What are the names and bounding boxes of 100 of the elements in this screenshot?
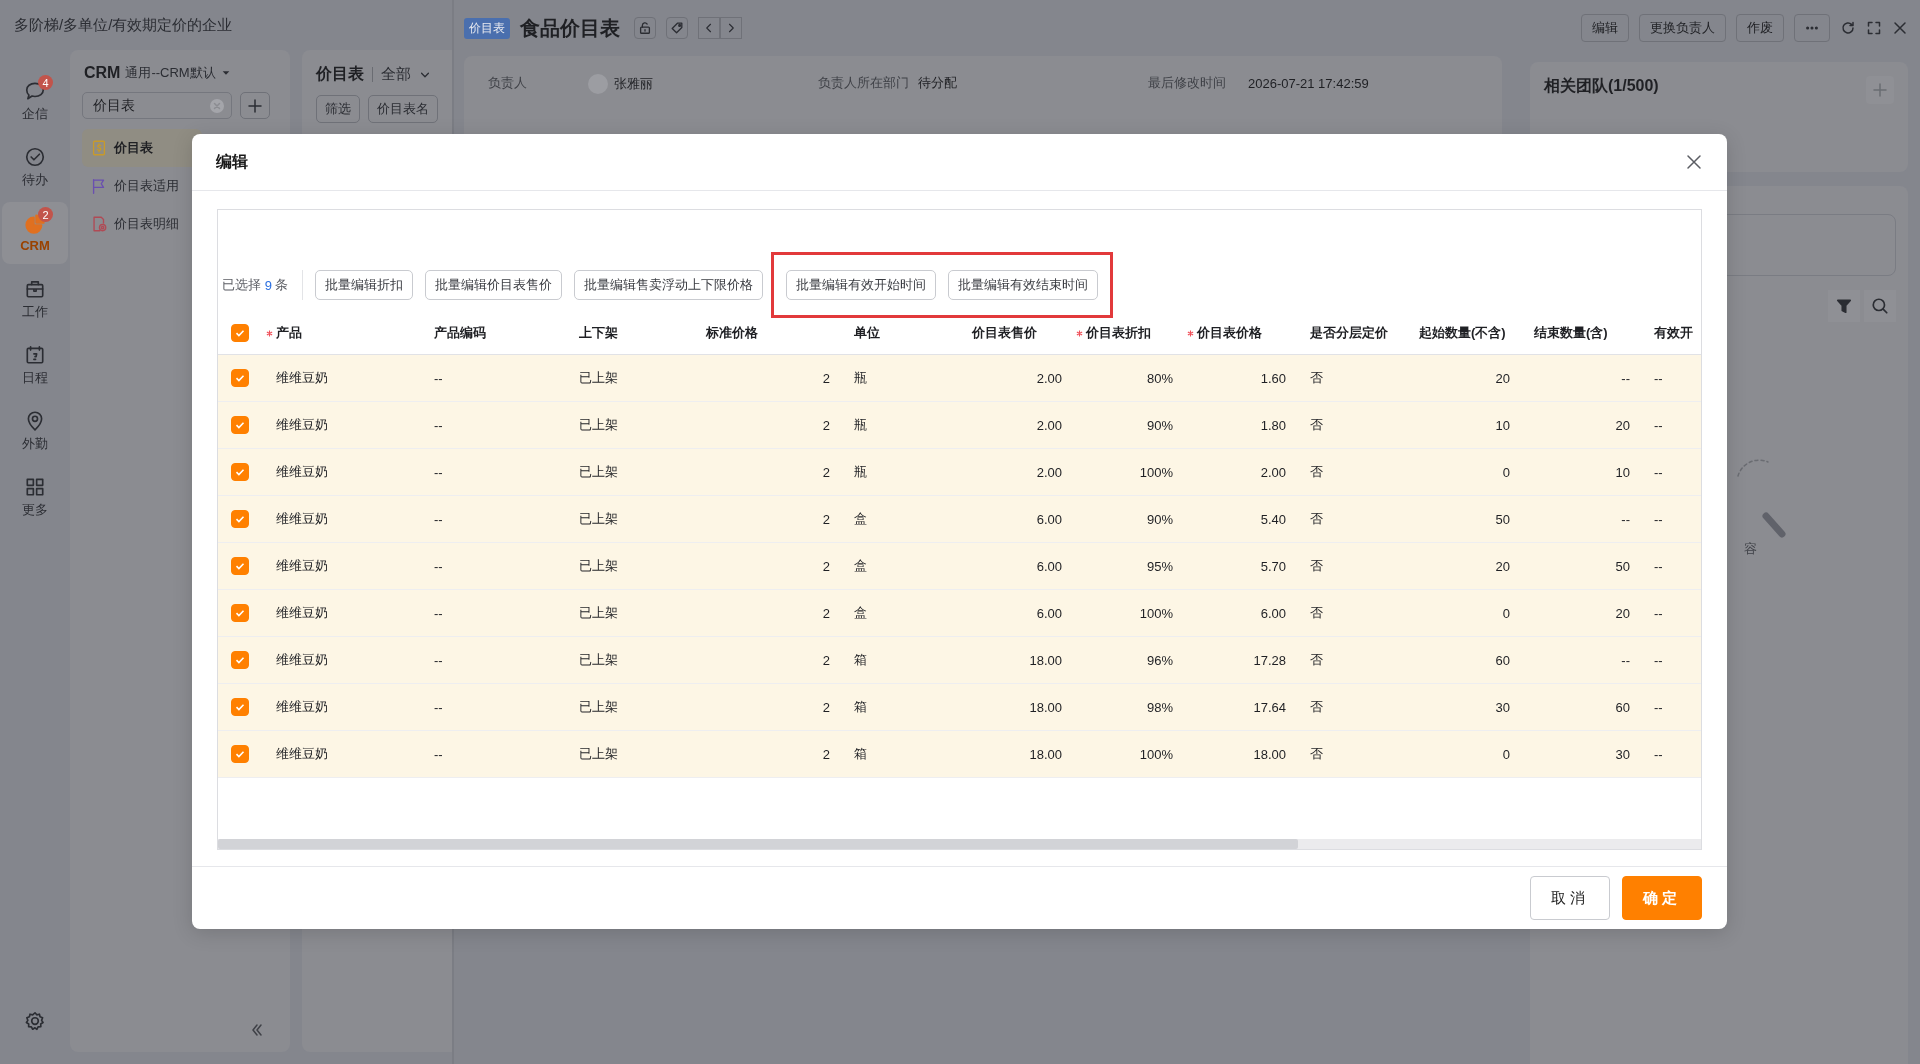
table-cell-text: 已上架: [578, 369, 619, 387]
next-button[interactable]: [720, 17, 742, 39]
table-cell-text: 维维豆奶: [275, 604, 329, 622]
close-button[interactable]: [1685, 153, 1703, 171]
table-cell-text: 已上架: [578, 698, 619, 716]
rail-item[interactable]: 待办: [2, 136, 68, 198]
batch-edit-button[interactable]: 批量编辑售卖浮动上下限价格: [574, 270, 764, 300]
table-cell-text: 96%: [1145, 652, 1174, 668]
dialog-title: 编辑: [216, 151, 248, 172]
search-field[interactable]: 价目表: [82, 92, 232, 119]
field-value: 张雅丽: [614, 75, 653, 93]
table-cell-text: --: [1620, 511, 1631, 527]
table-row[interactable]: 维维豆奶 -- 已上架 2 盒 6.00 95% 5.70 否 20 50 --: [218, 543, 1701, 590]
batch-edit-button[interactable]: 批量编辑折扣: [315, 270, 414, 300]
action-button[interactable]: 编辑: [1581, 14, 1629, 42]
table-cell-text: 否: [1309, 651, 1324, 669]
column-header: 产品编码: [433, 324, 487, 342]
table-row[interactable]: 维维豆奶 -- 已上架 2 箱 18.00 100% 18.00 否 0 30 --: [218, 731, 1701, 778]
nav-item[interactable]: 价目表明细: [82, 205, 184, 243]
table-cell-text: --: [1653, 699, 1664, 715]
table-cell-text: 已上架: [578, 604, 619, 622]
lock-icon: [638, 21, 652, 35]
fullscreen-button[interactable]: [1866, 20, 1882, 36]
table-row[interactable]: 维维豆奶 -- 已上架 2 瓶 2.00 100% 2.00 否 0 10 --: [218, 449, 1701, 496]
table-cell-text: 1.60: [1259, 370, 1287, 386]
rail-item[interactable]: 外勤: [2, 400, 68, 462]
rail-item[interactable]: 工作: [2, 268, 68, 330]
filter-button[interactable]: 筛选: [316, 95, 360, 123]
nav-item[interactable]: 价目表适用: [82, 167, 184, 205]
previous-button[interactable]: [698, 17, 720, 39]
checkbox[interactable]: [231, 463, 249, 481]
confirm-button[interactable]: 确定: [1622, 876, 1702, 920]
more-button[interactable]: [1794, 14, 1830, 42]
column-header: 结束数量(含): [1533, 324, 1609, 342]
table-row[interactable]: 维维豆奶 -- 已上架 2 盒 6.00 100% 6.00 否 0 20 --: [218, 590, 1701, 637]
table-cell-text: --: [433, 370, 444, 386]
checkbox[interactable]: [231, 369, 249, 387]
table-cell-text: 90%: [1145, 417, 1174, 433]
checkbox[interactable]: [231, 651, 249, 669]
table-row[interactable]: 维维豆奶 -- 已上架 2 盒 6.00 90% 5.40 否 50 -- --: [218, 496, 1701, 543]
filter-button[interactable]: 价目表名: [368, 95, 438, 123]
required-icon: [266, 329, 273, 337]
close-button[interactable]: [1892, 20, 1908, 36]
refresh-button[interactable]: [1840, 20, 1856, 36]
table-cell-text: 否: [1309, 557, 1324, 575]
close-icon: [1892, 20, 1908, 36]
checkbox[interactable]: [231, 557, 249, 575]
table-row[interactable]: 维维豆奶 -- 已上架 2 箱 18.00 96% 17.28 否 60 -- --: [218, 637, 1701, 684]
table-cell-text: 盒: [853, 604, 868, 622]
checkbox[interactable]: [231, 324, 249, 342]
action-button[interactable]: 作废: [1736, 14, 1784, 42]
add-button[interactable]: [240, 92, 270, 119]
table-cell-text: 17.64: [1252, 699, 1287, 715]
table-cell-text: 维维豆奶: [275, 698, 329, 716]
table-cell-text: 箱: [853, 745, 868, 763]
column-header: 价目表价格: [1183, 324, 1296, 342]
rail-item[interactable]: 更多: [2, 466, 68, 528]
cancel-button[interactable]: 取消: [1530, 876, 1610, 920]
table-cell-text: --: [1653, 417, 1664, 433]
count-badge: 2: [38, 207, 53, 222]
table-cell-text: 2.00: [1259, 464, 1287, 480]
table-cell-text: 2: [821, 558, 831, 574]
horizontal-scrollbar[interactable]: [218, 839, 1701, 849]
table-cell-text: 100%: [1138, 605, 1174, 621]
checkbox[interactable]: [231, 745, 249, 763]
rail-item[interactable]: 企信 4: [2, 70, 68, 132]
module-subtitle[interactable]: 通用--CRM默认: [125, 64, 216, 82]
table-row[interactable]: 维维豆奶 -- 已上架 2 瓶 2.00 90% 1.80 否 10 20 --: [218, 402, 1701, 449]
check-circle-icon: [24, 145, 46, 168]
table-row[interactable]: 维维豆奶 -- 已上架 2 箱 18.00 98% 17.64 否 30 60 --: [218, 684, 1701, 731]
table-row[interactable]: 维维豆奶 -- 已上架 2 瓶 2.00 80% 1.60 否 20 -- --: [218, 355, 1701, 402]
checkbox[interactable]: [231, 604, 249, 622]
table-cell-text: 10: [1494, 417, 1511, 433]
table-cell-text: 维维豆奶: [275, 651, 329, 669]
scope-selector[interactable]: 全部: [381, 65, 411, 84]
nav-item[interactable]: 价目表: [82, 129, 202, 167]
selection-count: 已选择 9 条: [222, 270, 304, 300]
rail-item[interactable]: CRM 2: [2, 202, 68, 264]
record-title: 食品价目表: [520, 15, 620, 41]
column-header: 价目表折扣: [1072, 324, 1183, 342]
search-button[interactable]: [1864, 290, 1896, 322]
tag-button[interactable]: [666, 17, 688, 39]
table-cell-text: 已上架: [578, 416, 619, 434]
table-cell-text: --: [433, 417, 444, 433]
lock-button[interactable]: [634, 17, 656, 39]
table-cell-text: 0: [1501, 746, 1511, 762]
filter-button[interactable]: [1828, 290, 1860, 322]
batch-edit-button[interactable]: 批量编辑价目表售价: [425, 270, 563, 300]
checkbox[interactable]: [231, 698, 249, 716]
table-cell-text: 否: [1309, 510, 1324, 528]
checkbox[interactable]: [231, 416, 249, 434]
batch-edit-button[interactable]: 批量编辑有效开始时间: [786, 270, 937, 300]
checkbox[interactable]: [231, 510, 249, 528]
table-cell-text: --: [1653, 605, 1664, 621]
batch-edit-button[interactable]: 批量编辑有效结束时间: [948, 270, 1099, 300]
add-button[interactable]: [1866, 76, 1894, 104]
table-cell-text: 瓶: [853, 416, 868, 434]
table-cell-text: 100%: [1138, 746, 1174, 762]
action-button[interactable]: 更换负责人: [1639, 14, 1726, 42]
rail-item[interactable]: 日程: [2, 334, 68, 396]
